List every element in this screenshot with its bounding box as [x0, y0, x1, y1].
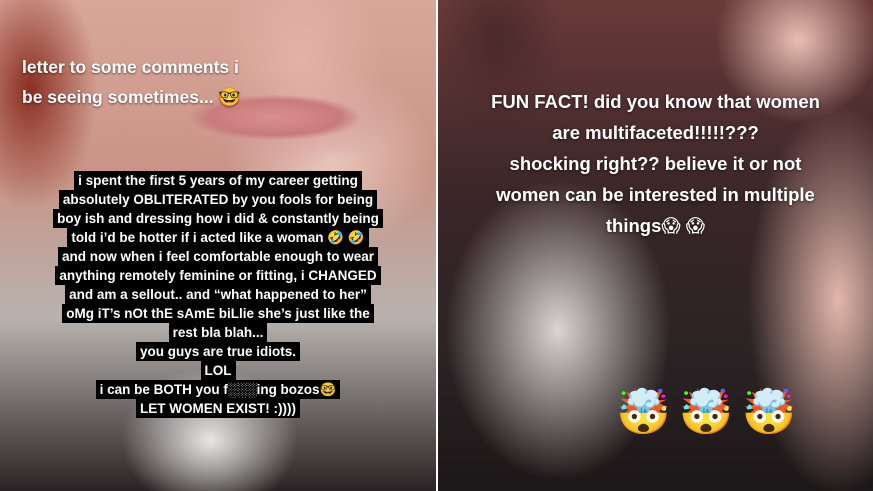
fact-line: things😱 😱 [605, 215, 706, 236]
letter-line: LET WOMEN EXIST! :)))) [136, 399, 300, 418]
letter-caption: letter to some comments i be seeing some… [22, 52, 240, 112]
fun-fact-text: FUN FACT! did you know that women are mu… [438, 86, 873, 241]
fact-line: shocking right?? believe it or not [509, 153, 802, 174]
letter-line: and am a sellout.. and “what happened to… [65, 285, 371, 304]
caption-line: letter to some comments i [22, 57, 239, 77]
letter-line: you guys are true idiots. [135, 342, 301, 361]
right-story-panel: FUN FACT! did you know that women are mu… [438, 0, 873, 491]
letter-line: anything remotely feminine or fitting, i… [55, 266, 381, 285]
letter-line: boy ish and dressing how i did & constan… [53, 209, 383, 228]
fact-line: women can be interested in multiple [496, 184, 815, 205]
exploding-head-icon: 🤯 [741, 388, 797, 437]
left-story-panel: letter to some comments i be seeing some… [0, 0, 436, 491]
letter-line: i spent the first 5 years of my career g… [74, 171, 362, 190]
letter-text-block: i spent the first 5 years of my career g… [0, 171, 436, 418]
exploding-head-icon: 🤯 [616, 388, 671, 437]
caption-line: be seeing sometimes... 🤓 [22, 87, 241, 107]
letter-line: and now when i feel comfortable enough t… [57, 247, 379, 266]
letter-line: LOL [200, 361, 236, 380]
letter-line: i can be BOTH you f░░░ing bozos🤓 [95, 380, 341, 399]
fact-line: FUN FACT! did you know that women [491, 91, 820, 112]
letter-line: absolutely OBLITERATED by you fools for … [58, 190, 378, 209]
sticker-row: 🤯 🤯 🤯 [616, 386, 796, 438]
fact-line: are multifaceted!!!!!??? [552, 122, 759, 143]
letter-line: oMg iT’s nOt thE sAmE biLlie she’s just … [62, 304, 374, 323]
exploding-head-icon: 🤯 [678, 388, 734, 437]
letter-line: told i’d be hotter if i acted like a wom… [67, 228, 369, 247]
letter-line: rest bla blah... [168, 323, 268, 342]
